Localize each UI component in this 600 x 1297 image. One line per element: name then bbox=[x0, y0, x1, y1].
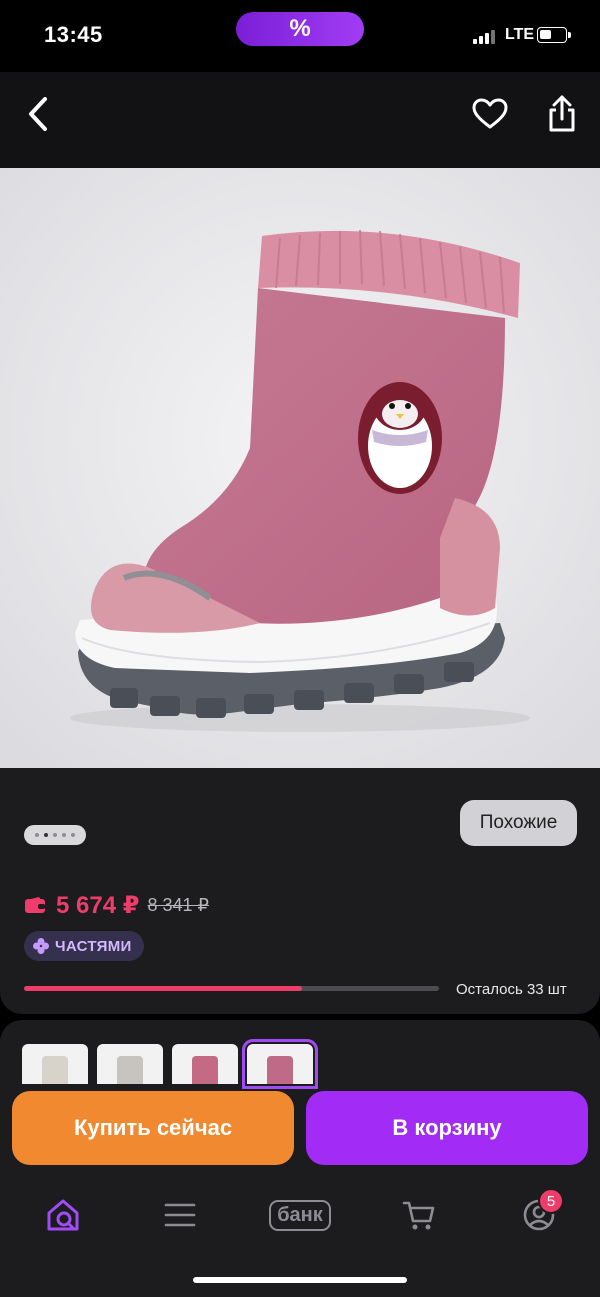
tab-bar: банк bbox=[0, 1180, 600, 1250]
share-button[interactable] bbox=[540, 90, 584, 138]
signal-icon bbox=[473, 30, 497, 44]
felt-boot-illustration bbox=[0, 168, 600, 768]
variant-thumb-beige[interactable] bbox=[22, 1044, 88, 1084]
stock-progress-fill bbox=[24, 986, 303, 991]
tab-catalog[interactable] bbox=[155, 1190, 205, 1240]
similar-button[interactable]: Похожие bbox=[460, 800, 577, 846]
variant-swatch bbox=[42, 1056, 68, 1084]
penguin-patch bbox=[358, 382, 442, 494]
tab-bank[interactable]: банк bbox=[262, 1190, 338, 1240]
pager-dot bbox=[53, 833, 57, 837]
variant-swatch bbox=[192, 1056, 218, 1084]
gallery-pager[interactable] bbox=[24, 825, 86, 845]
installment-badge[interactable]: ЧАСТЯМИ bbox=[24, 931, 144, 961]
pager-dot bbox=[35, 833, 39, 837]
buy-now-button[interactable]: Купить сейчас bbox=[12, 1091, 294, 1165]
menu-icon bbox=[164, 1203, 196, 1227]
battery-level bbox=[540, 30, 551, 39]
installment-icon bbox=[33, 938, 49, 954]
variant-thumb-pink[interactable] bbox=[172, 1044, 238, 1084]
network-label: LTE bbox=[505, 26, 535, 43]
variant-thumb-pink-selected[interactable] bbox=[242, 1039, 318, 1089]
add-to-cart-button[interactable]: В корзину bbox=[306, 1091, 588, 1165]
variant-swatch bbox=[117, 1056, 143, 1084]
pager-dot bbox=[62, 833, 66, 837]
home-search-icon bbox=[47, 1199, 79, 1231]
nav-header bbox=[0, 72, 600, 168]
heart-icon bbox=[472, 98, 508, 129]
favorite-button[interactable] bbox=[468, 92, 512, 136]
variant-thumb-grey[interactable] bbox=[97, 1044, 163, 1084]
battery-cap bbox=[568, 32, 571, 38]
old-price: 8 341 ₽ bbox=[147, 894, 209, 915]
back-button[interactable] bbox=[18, 92, 58, 136]
bank-label: банк bbox=[269, 1199, 331, 1231]
cart-icon bbox=[402, 1201, 435, 1230]
promo-pill[interactable]: % bbox=[236, 12, 364, 46]
status-time: 13:45 bbox=[44, 22, 103, 47]
variant-selector bbox=[22, 1039, 318, 1089]
profile-badge: 5 bbox=[538, 1188, 564, 1214]
installment-label: ЧАСТЯМИ bbox=[55, 937, 132, 955]
tab-home[interactable] bbox=[38, 1190, 88, 1240]
stock-progress-bar bbox=[24, 986, 439, 991]
pager-dot-active bbox=[44, 833, 48, 837]
price: 5 674 ₽ bbox=[56, 891, 140, 919]
variant-swatch bbox=[267, 1056, 293, 1084]
wallet-icon bbox=[25, 897, 45, 913]
stock-text: Осталось 33 шт bbox=[456, 981, 567, 998]
status-bar: 13:45 % LTE bbox=[0, 0, 600, 72]
product-info-card: Похожие 5 674 ₽ 8 341 ₽ ЧАСТЯМИ Осталось… bbox=[0, 768, 600, 1014]
battery-icon bbox=[537, 27, 567, 43]
back-arrow-icon bbox=[29, 97, 47, 131]
pager-dot bbox=[71, 833, 75, 837]
price-row: 5 674 ₽ 8 341 ₽ bbox=[24, 890, 209, 920]
share-icon bbox=[549, 95, 575, 132]
product-image[interactable] bbox=[0, 168, 600, 768]
home-indicator[interactable] bbox=[193, 1277, 407, 1283]
tab-cart[interactable] bbox=[394, 1190, 444, 1240]
